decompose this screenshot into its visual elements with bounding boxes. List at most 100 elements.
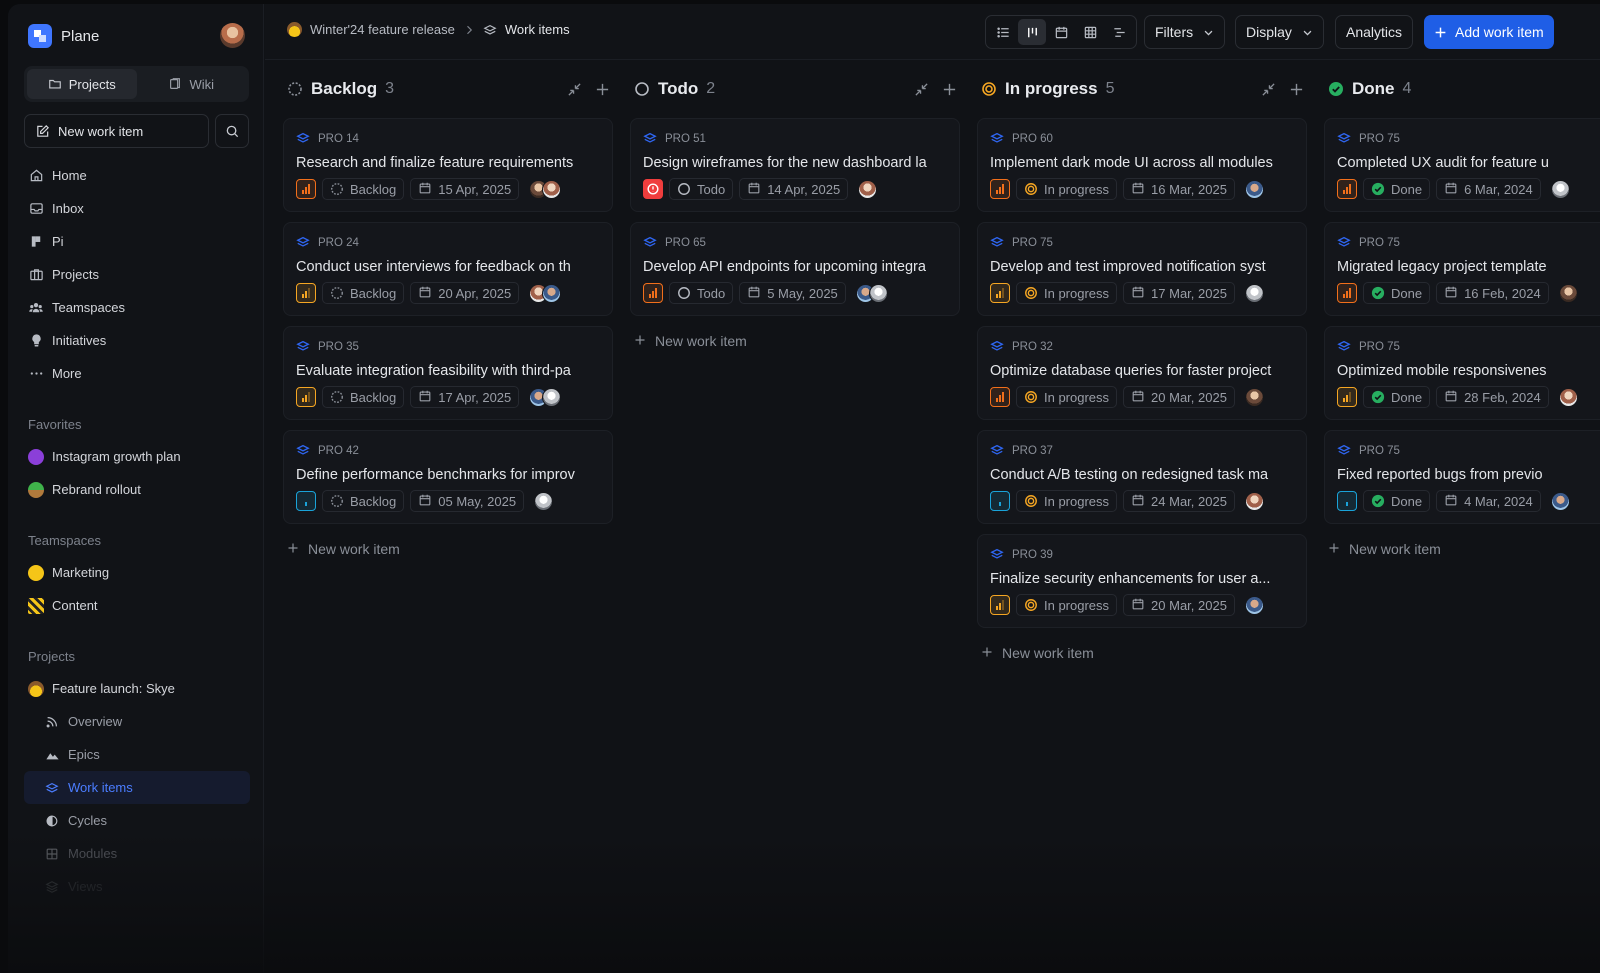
due-date-pill[interactable]: 17 Apr, 2025 xyxy=(410,386,520,408)
work-item-card[interactable]: PRO 51 Design wireframes for the new dash… xyxy=(630,118,960,212)
state-pill[interactable]: Todo xyxy=(669,282,734,304)
nav-home[interactable]: Home xyxy=(24,159,250,192)
state-pill[interactable]: Done xyxy=(1363,386,1431,408)
state-pill[interactable]: In progress xyxy=(1016,594,1118,616)
collapse-column-icon[interactable] xyxy=(914,82,929,100)
assignees[interactable] xyxy=(1547,491,1570,511)
new-work-item-link[interactable]: New work item xyxy=(1324,534,1600,564)
due-date-pill[interactable]: 05 May, 2025 xyxy=(410,490,525,512)
work-item-card[interactable]: PRO 42 Define performance benchmarks for … xyxy=(283,430,613,524)
low-priority-icon[interactable] xyxy=(1337,491,1357,511)
state-pill[interactable]: Todo xyxy=(669,178,734,200)
project-feature-launch-skye[interactable]: Feature launch: Skye xyxy=(24,672,250,705)
work-item-card[interactable]: PRO 24 Conduct user interviews for feedba… xyxy=(283,222,613,316)
add-to-column-icon[interactable] xyxy=(1289,82,1304,100)
add-to-column-icon[interactable] xyxy=(595,82,610,100)
due-date-pill[interactable]: 20 Mar, 2025 xyxy=(1123,594,1235,616)
state-pill[interactable]: Backlog xyxy=(322,178,405,200)
work-item-card[interactable]: PRO 75 Migrated legacy project template Do… xyxy=(1324,222,1600,316)
work-item-card[interactable]: PRO 32 Optimize database queries for fast… xyxy=(977,326,1307,420)
due-date-pill[interactable]: 15 Apr, 2025 xyxy=(410,178,520,200)
medium-priority-icon[interactable] xyxy=(990,595,1010,615)
high-priority-icon[interactable] xyxy=(643,283,663,303)
assignees[interactable] xyxy=(852,283,888,303)
state-pill[interactable]: Backlog xyxy=(322,386,405,408)
project-epics[interactable]: Epics xyxy=(24,738,250,771)
work-item-card[interactable]: PRO 75 Optimized mobile responsivenes Done… xyxy=(1324,326,1600,420)
teamspace-marketing[interactable]: Marketing xyxy=(24,556,250,589)
assignees[interactable] xyxy=(1241,387,1264,407)
collapse-column-icon[interactable] xyxy=(1261,82,1276,100)
low-priority-icon[interactable] xyxy=(990,491,1010,511)
due-date-pill[interactable]: 5 May, 2025 xyxy=(739,282,846,304)
work-item-card[interactable]: PRO 75 Fixed reported bugs from previo Don… xyxy=(1324,430,1600,524)
state-pill[interactable]: Done xyxy=(1363,178,1431,200)
high-priority-icon[interactable] xyxy=(296,179,316,199)
workspace-switcher[interactable]: Plane xyxy=(28,24,99,48)
tab-wiki[interactable]: Wiki xyxy=(137,69,247,99)
high-priority-icon[interactable] xyxy=(1337,283,1357,303)
nav-projects[interactable]: Projects xyxy=(24,258,250,291)
work-item-card[interactable]: PRO 39 Finalize security enhancements for… xyxy=(977,534,1307,628)
due-date-pill[interactable]: 4 Mar, 2024 xyxy=(1436,490,1541,512)
work-item-card[interactable]: PRO 75 Develop and test improved notifica… xyxy=(977,222,1307,316)
search-button[interactable] xyxy=(215,114,249,148)
work-item-card[interactable]: PRO 75 Completed UX audit for feature u Do… xyxy=(1324,118,1600,212)
due-date-pill[interactable]: 14 Apr, 2025 xyxy=(739,178,849,200)
assignees[interactable] xyxy=(525,387,562,407)
due-date-pill[interactable]: 28 Feb, 2024 xyxy=(1436,386,1549,408)
assignees[interactable] xyxy=(1241,179,1264,199)
state-pill[interactable]: In progress xyxy=(1016,490,1118,512)
favorite-instagram-growth-plan[interactable]: Instagram growth plan xyxy=(24,440,250,473)
due-date-pill[interactable]: 20 Mar, 2025 xyxy=(1123,386,1235,408)
high-priority-icon[interactable] xyxy=(990,179,1010,199)
state-pill[interactable]: Done xyxy=(1363,490,1431,512)
gantt-layout-button[interactable] xyxy=(1105,19,1133,45)
breadcrumb-project[interactable]: Winter'24 feature release xyxy=(310,22,455,37)
due-date-pill[interactable]: 6 Mar, 2024 xyxy=(1436,178,1541,200)
spreadsheet-layout-button[interactable] xyxy=(1076,19,1104,45)
due-date-pill[interactable]: 24 Mar, 2025 xyxy=(1123,490,1235,512)
calendar-layout-button[interactable] xyxy=(1047,19,1075,45)
medium-priority-icon[interactable] xyxy=(1337,387,1357,407)
add-work-item-button[interactable]: Add work item xyxy=(1424,15,1554,49)
state-pill[interactable]: In progress xyxy=(1016,282,1118,304)
assignees[interactable] xyxy=(1241,491,1264,511)
medium-priority-icon[interactable] xyxy=(990,283,1010,303)
state-pill[interactable]: Done xyxy=(1363,282,1431,304)
board-layout-button[interactable] xyxy=(1018,19,1046,45)
collapse-column-icon[interactable] xyxy=(567,82,582,100)
tab-projects[interactable]: Projects xyxy=(27,69,137,99)
project-overview[interactable]: Overview xyxy=(24,705,250,738)
favorite-rebrand-rollout[interactable]: Rebrand rollout xyxy=(24,473,250,506)
due-date-pill[interactable]: 16 Feb, 2024 xyxy=(1436,282,1549,304)
work-item-card[interactable]: PRO 60 Implement dark mode UI across all … xyxy=(977,118,1307,212)
assignees[interactable] xyxy=(530,491,554,511)
assignees[interactable] xyxy=(1555,283,1578,303)
work-item-card[interactable]: PRO 65 Develop API endpoints for upcoming… xyxy=(630,222,960,316)
nav-teamspaces[interactable]: Teamspaces xyxy=(24,291,250,324)
state-pill[interactable]: Backlog xyxy=(322,490,405,512)
project-work-items[interactable]: Work items xyxy=(24,771,250,804)
assignees[interactable] xyxy=(1241,283,1264,303)
display-button[interactable]: Display xyxy=(1235,15,1324,49)
state-pill[interactable]: In progress xyxy=(1016,178,1118,200)
assignees[interactable] xyxy=(1241,595,1264,615)
nav-more[interactable]: More xyxy=(24,357,250,390)
state-pill[interactable]: Backlog xyxy=(322,282,405,304)
analytics-button[interactable]: Analytics xyxy=(1335,15,1414,49)
user-avatar[interactable] xyxy=(220,23,245,48)
due-date-pill[interactable]: 16 Mar, 2025 xyxy=(1123,178,1235,200)
nav-initiatives[interactable]: Initiatives xyxy=(24,324,250,357)
assignees[interactable] xyxy=(1547,179,1570,199)
medium-priority-icon[interactable] xyxy=(296,283,316,303)
nav-pi[interactable]: Pi xyxy=(24,225,250,258)
teamspace-content[interactable]: Content xyxy=(24,589,250,622)
filters-button[interactable]: Filters xyxy=(1144,15,1226,49)
work-item-card[interactable]: PRO 37 Conduct A/B testing on redesigned … xyxy=(977,430,1307,524)
new-work-item-link[interactable]: New work item xyxy=(630,326,960,356)
due-date-pill[interactable]: 20 Apr, 2025 xyxy=(410,282,520,304)
project-views[interactable]: Views xyxy=(24,870,250,903)
low-priority-icon[interactable] xyxy=(296,491,316,511)
add-to-column-icon[interactable] xyxy=(942,82,957,100)
